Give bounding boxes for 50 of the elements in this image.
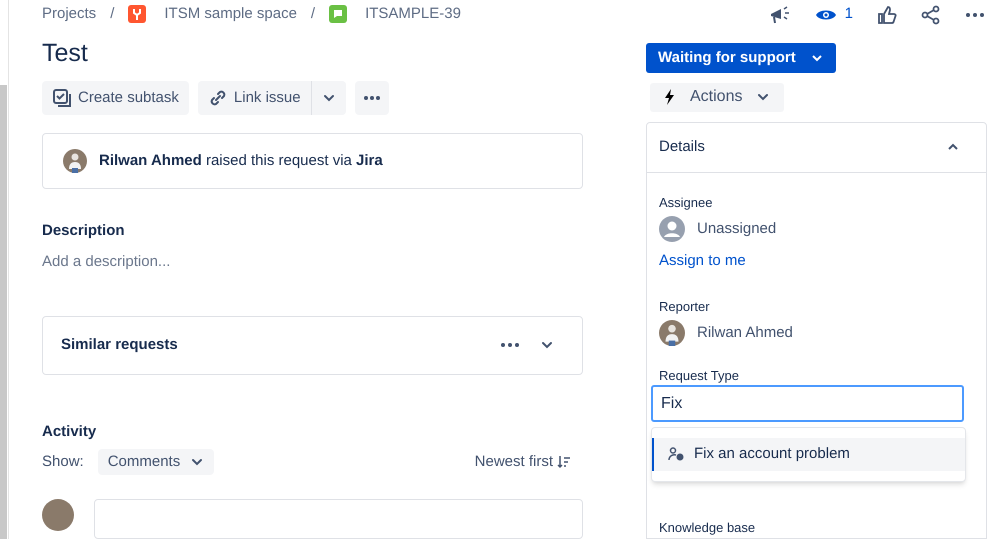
scrollbar[interactable]: [0, 85, 7, 539]
field-label: Reporter: [659, 298, 711, 316]
field-label: Knowledge base: [659, 519, 756, 538]
actions-button[interactable]: Actions: [650, 82, 784, 112]
activity-heading: Activity: [42, 422, 98, 442]
avatar-icon: [63, 149, 87, 174]
thumbs-up-icon: [877, 4, 897, 25]
breadcrumb-separator: /: [310, 4, 316, 24]
user-icon: [659, 216, 685, 242]
sort-button[interactable]: Newest first: [474, 450, 571, 474]
megaphone-icon: [768, 4, 791, 25]
field-label: Assignee: [659, 194, 714, 212]
request-type-field[interactable]: Fix: [651, 385, 964, 422]
chat-icon: [329, 5, 348, 24]
breadcrumb-link[interactable]: Projects: [42, 2, 96, 26]
user-alert-icon: [668, 447, 684, 462]
more-icon: [362, 95, 381, 102]
lightning-icon: [664, 89, 676, 106]
avatar-icon: [659, 320, 685, 346]
description-placeholder[interactable]: Add a description...: [42, 251, 583, 274]
field-label: Request Type: [659, 368, 740, 384]
eye-icon: [814, 8, 837, 22]
link-icon: [208, 88, 228, 108]
assignee-value: Unassigned: [697, 219, 776, 240]
breadcrumb-separator: /: [109, 4, 116, 24]
reporter-value: Rilwan Ahmed: [697, 323, 793, 344]
wrench-icon: [128, 5, 146, 24]
assign-to-me-link[interactable]: Assign to me: [659, 250, 746, 273]
status-button[interactable]: Waiting for support: [646, 43, 836, 73]
more-button[interactable]: [500, 342, 520, 348]
share-icon: [921, 4, 941, 25]
dropdown-option[interactable]: Fix an account problem: [652, 438, 965, 471]
show-label: Show:: [42, 452, 84, 472]
issue-title: Test: [42, 38, 89, 70]
similar-requests-title: Similar requests: [61, 334, 179, 355]
watchers-button[interactable]: 1: [814, 3, 853, 26]
request-text: Rilwan Ahmed raised this request via Jira: [99, 150, 383, 171]
comment-field[interactable]: [94, 499, 583, 539]
more-icon: [965, 12, 985, 18]
breadcrumb-link[interactable]: ITSM sample space: [164, 2, 297, 26]
subtask-icon: [52, 88, 72, 108]
sort-icon: [557, 455, 571, 469]
filter-dropdown[interactable]: Comments: [98, 449, 214, 475]
breadcrumb-link[interactable]: ITSAMPLE-39: [365, 2, 461, 26]
details-title: Details: [659, 137, 706, 158]
avatar-icon: [42, 499, 74, 531]
description-heading: Description: [42, 220, 126, 241]
more-button[interactable]: [354, 81, 389, 116]
more-icon: [500, 342, 520, 348]
create-subtask-button[interactable]: Create subtask: [42, 81, 189, 116]
